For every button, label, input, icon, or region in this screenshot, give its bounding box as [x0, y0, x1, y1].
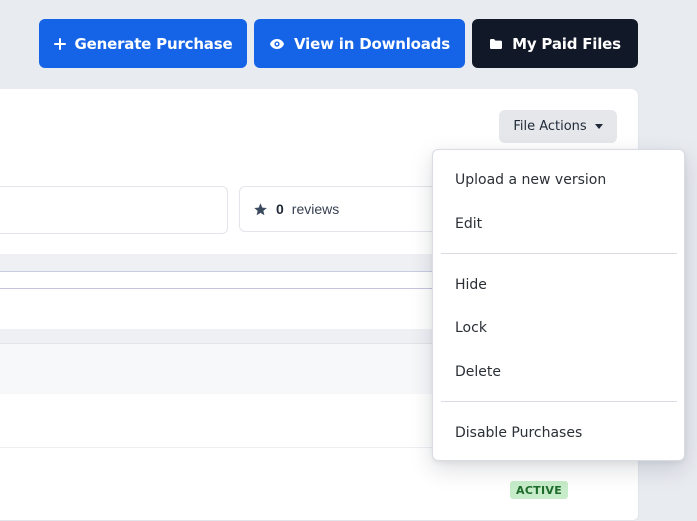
plus-icon	[53, 37, 66, 50]
file-actions-button[interactable]: File Actions	[499, 110, 617, 143]
reviews-label: reviews	[291, 201, 340, 217]
file-actions-menu: Upload a new version Edit Hide Lock Dele…	[432, 149, 685, 461]
menu-item-disable-purchases[interactable]: Disable Purchases	[455, 425, 582, 441]
eye-icon	[269, 38, 285, 50]
folder-icon	[489, 38, 503, 50]
stat-box	[0, 186, 228, 234]
menu-item-hide[interactable]: Hide	[455, 277, 487, 293]
reviews-stat: 0 reviews	[239, 186, 459, 232]
reviews-count: 0	[276, 201, 284, 217]
star-icon	[253, 202, 268, 217]
my-paid-files-label: My Paid Files	[512, 34, 621, 53]
status-badge: ACTIVE	[510, 481, 569, 499]
my-paid-files-button[interactable]: My Paid Files	[472, 19, 638, 68]
view-in-downloads-button[interactable]: View in Downloads	[254, 19, 465, 68]
generate-purchase-button[interactable]: Generate Purchase	[39, 19, 247, 68]
view-in-downloads-label: View in Downloads	[294, 34, 450, 53]
menu-divider	[441, 401, 677, 402]
caret-down-icon	[594, 124, 603, 129]
menu-item-lock[interactable]: Lock	[455, 320, 487, 336]
menu-item-delete[interactable]: Delete	[455, 364, 501, 380]
menu-item-upload-new-version[interactable]: Upload a new version	[455, 172, 606, 188]
top-toolbar: Generate Purchase View in Downloads My P…	[0, 0, 697, 90]
file-actions-label: File Actions	[513, 119, 587, 134]
menu-divider	[441, 253, 677, 254]
generate-purchase-label: Generate Purchase	[74, 34, 233, 53]
menu-item-edit[interactable]: Edit	[455, 216, 482, 232]
